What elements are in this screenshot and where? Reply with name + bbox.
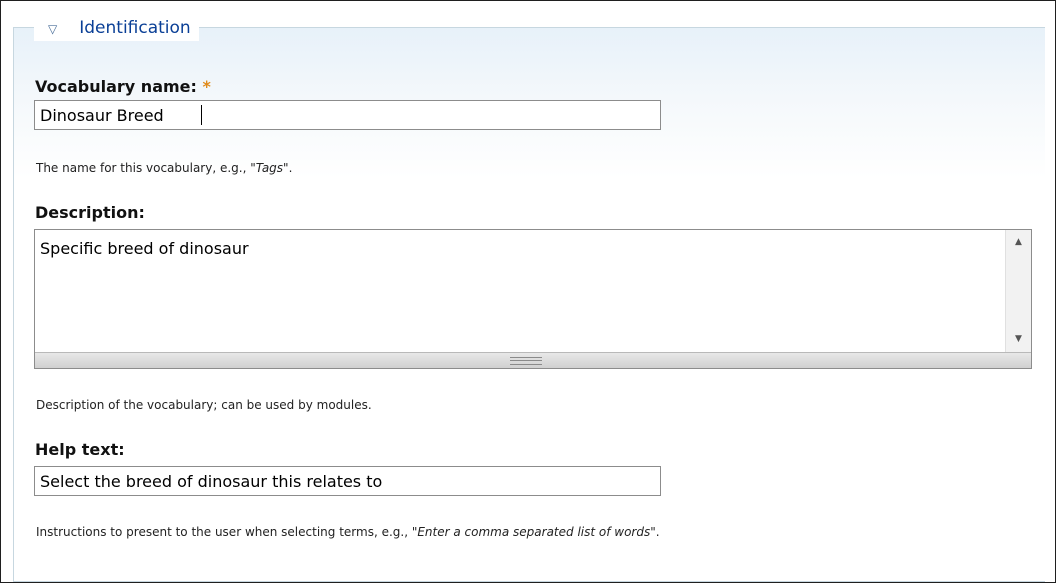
vocabulary-name-label-text: Vocabulary name: <box>35 77 197 96</box>
vocabulary-name-description-example: "Tags" <box>250 161 289 175</box>
description-textarea-container: Specific breed of dinosaur ▲ ▼ <box>34 229 1032 369</box>
vocabulary-name-description-suffix: . <box>288 161 293 175</box>
text-cursor <box>201 105 202 125</box>
help-text-description: Instructions to present to the user when… <box>36 525 660 539</box>
description-scrollbar[interactable]: ▲ ▼ <box>1005 230 1031 352</box>
vocabulary-name-description: The name for this vocabulary, e.g., "Tag… <box>36 161 292 175</box>
scroll-up-icon[interactable]: ▲ <box>1006 237 1031 247</box>
identification-legend[interactable]: ▽ Identification <box>34 15 199 41</box>
textarea-resize-handle[interactable] <box>35 352 1031 368</box>
required-marker: * <box>202 77 211 96</box>
vocabulary-name-label: Vocabulary name: * <box>35 77 211 96</box>
scroll-down-icon[interactable]: ▼ <box>1006 334 1031 344</box>
help-text-description-suffix: . <box>655 525 660 539</box>
help-text-description-prefix: Instructions to present to the user when… <box>36 525 412 539</box>
triangle-down-icon[interactable]: ▽ <box>48 22 57 36</box>
help-text-description-example: "Enter a comma separated list of words" <box>411 525 656 539</box>
page-frame: ▽ Identification Vocabulary name: * The … <box>0 0 1056 583</box>
grip-lines-icon <box>510 357 542 365</box>
vocabulary-name-input[interactable] <box>34 100 661 130</box>
vocabulary-name-description-prefix: The name for this vocabulary, e.g., <box>36 161 251 175</box>
help-text-input[interactable] <box>34 466 661 496</box>
help-text-label: Help text: <box>35 440 125 459</box>
description-field-description: Description of the vocabulary; can be us… <box>36 398 372 412</box>
description-textarea[interactable]: Specific breed of dinosaur <box>35 230 1003 352</box>
fieldset-legend-label[interactable]: Identification <box>79 18 190 38</box>
description-label: Description: <box>35 203 145 222</box>
